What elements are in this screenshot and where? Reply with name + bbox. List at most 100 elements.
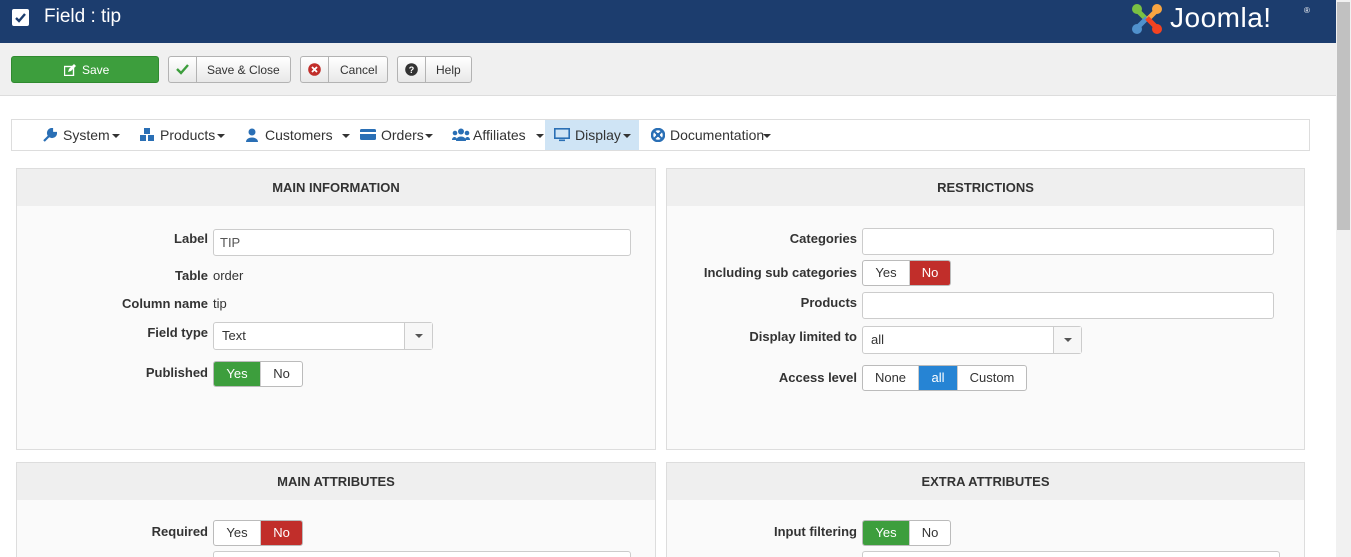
access-custom-option[interactable]: Custom	[957, 366, 1026, 390]
chevron-down-icon	[415, 334, 423, 338]
table-field-label: Table	[175, 268, 208, 283]
next-field-input[interactable]	[862, 551, 1280, 557]
menu-item-display[interactable]: Display	[545, 120, 639, 150]
menu-item-orders[interactable]: Orders	[350, 120, 443, 150]
chevron-down-icon	[342, 134, 350, 138]
categories-label: Categories	[789, 231, 857, 246]
save-close-label: Save & Close	[207, 63, 280, 77]
cancel-button[interactable]: Cancel	[300, 56, 388, 83]
menu-label-affiliates: Affiliates	[473, 127, 526, 143]
cancel-icon	[301, 57, 329, 82]
help-label: Help	[436, 63, 461, 77]
products-label: Products	[800, 295, 857, 310]
question-icon: ?	[398, 57, 426, 82]
logo-text: Joomla!	[1170, 2, 1272, 33]
svg-text:?: ?	[409, 65, 415, 75]
subcat-yes-option[interactable]: Yes	[863, 261, 909, 285]
menu-item-customers[interactable]: Customers	[235, 120, 350, 150]
published-toggle[interactable]: Yes No	[213, 361, 303, 387]
field-type-value: Text	[222, 328, 246, 343]
published-yes-option[interactable]: Yes	[214, 362, 260, 386]
save-close-button[interactable]: Save & Close	[168, 56, 291, 83]
users-icon	[452, 128, 470, 141]
filtering-no-option[interactable]: No	[909, 521, 950, 545]
toolbar: Save Save & Close Cancel ? Help	[0, 43, 1336, 96]
menu-label-system: System	[63, 127, 110, 143]
access-none-option[interactable]: None	[863, 366, 918, 390]
help-button[interactable]: ? Help	[397, 56, 472, 83]
menu-label-products: Products	[160, 127, 216, 143]
main-attributes-panel: MAIN ATTRIBUTES Required Yes No	[16, 462, 656, 557]
monitor-icon	[554, 128, 570, 142]
products-input[interactable]	[862, 292, 1274, 319]
display-limited-select[interactable]: all	[862, 326, 1082, 354]
wrench-icon	[43, 128, 57, 142]
chevron-down-icon	[623, 134, 631, 138]
menu-label-customers: Customers	[265, 127, 333, 143]
joomla-logo[interactable]: Joomla! ®	[1128, 0, 1318, 38]
select-arrow[interactable]	[404, 323, 432, 349]
cubes-icon	[140, 128, 154, 141]
user-icon	[246, 128, 258, 142]
label-input[interactable]: TIP	[213, 229, 631, 256]
vertical-scrollbar[interactable]	[1336, 0, 1351, 557]
chevron-down-icon	[217, 134, 225, 138]
menu-label-display: Display	[575, 127, 621, 143]
scrollbar-thumb[interactable]	[1337, 2, 1350, 230]
save-label: Save	[82, 63, 110, 77]
restrictions-panel: RESTRICTIONS Categories Including sub ca…	[666, 168, 1305, 450]
edit-icon	[64, 64, 76, 76]
select-arrow[interactable]	[1053, 327, 1081, 353]
joomla-logo-icon	[1132, 4, 1162, 34]
panel-heading: MAIN INFORMATION	[17, 169, 655, 206]
display-limited-label: Display limited to	[749, 329, 857, 344]
required-label: Required	[151, 524, 208, 539]
checkbox-icon	[12, 9, 29, 26]
menu-item-documentation[interactable]: Documentation	[639, 120, 779, 150]
credit-card-icon	[360, 129, 376, 140]
header-bar: Field : tip Joomla! ®	[0, 0, 1336, 43]
logo-registered: ®	[1304, 6, 1310, 15]
access-all-option[interactable]: all	[918, 366, 957, 390]
label-field-label: Label	[174, 231, 208, 246]
save-button[interactable]: Save	[11, 56, 159, 83]
menu-label-orders: Orders	[381, 127, 424, 143]
menu-label-documentation: Documentation	[670, 127, 765, 143]
access-level-label: Access level	[778, 370, 857, 385]
life-ring-icon	[651, 128, 665, 142]
input-filtering-toggle[interactable]: Yes No	[862, 520, 951, 546]
required-yes-option[interactable]: Yes	[214, 521, 260, 545]
chevron-down-icon	[112, 134, 120, 138]
panel-heading: RESTRICTIONS	[667, 169, 1304, 206]
display-limited-value: all	[871, 332, 885, 347]
column-name-label: Column name	[122, 296, 208, 311]
field-type-select[interactable]: Text	[213, 322, 433, 350]
chevron-down-icon	[1064, 338, 1072, 342]
check-icon	[169, 57, 197, 82]
cancel-label: Cancel	[340, 63, 378, 77]
panel-heading: EXTRA ATTRIBUTES	[667, 463, 1304, 500]
menu-item-system[interactable]: System	[12, 120, 132, 150]
next-field-input[interactable]	[213, 551, 631, 557]
sub-categories-toggle[interactable]: Yes No	[862, 260, 951, 286]
page-title: Field : tip	[44, 6, 122, 27]
table-value: order	[213, 268, 244, 283]
extra-attributes-panel: EXTRA ATTRIBUTES Input filtering Yes No	[666, 462, 1305, 557]
component-menu: System Products Customers Orders Affilia…	[11, 119, 1310, 151]
main-information-panel: MAIN INFORMATION Label TIP Table order C…	[16, 168, 656, 450]
categories-input[interactable]	[862, 228, 1274, 255]
chevron-down-icon	[536, 134, 544, 138]
published-no-option[interactable]: No	[260, 362, 302, 386]
required-no-option[interactable]: No	[260, 521, 302, 545]
subcat-no-option[interactable]: No	[909, 261, 950, 285]
filtering-yes-option[interactable]: Yes	[863, 521, 909, 545]
chevron-down-icon	[425, 134, 433, 138]
published-label: Published	[145, 365, 208, 380]
access-level-toggle[interactable]: None all Custom	[862, 365, 1027, 391]
sub-categories-label: Including sub categories	[703, 265, 857, 280]
required-toggle[interactable]: Yes No	[213, 520, 303, 546]
menu-item-affiliates[interactable]: Affiliates	[443, 120, 545, 150]
page: Field : tip Joomla! ® Save Save & Close …	[0, 0, 1351, 557]
input-filtering-label: Input filtering	[773, 524, 857, 539]
menu-item-products[interactable]: Products	[132, 120, 235, 150]
